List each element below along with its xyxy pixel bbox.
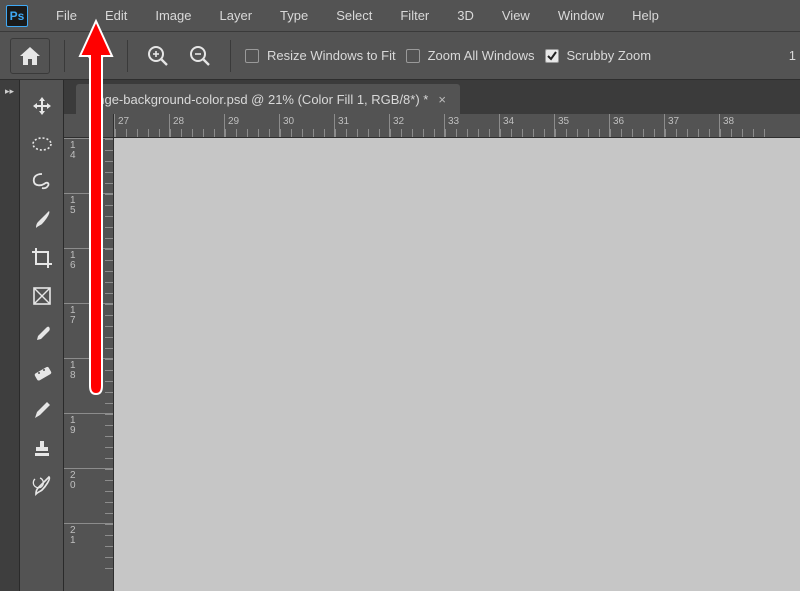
menu-layer[interactable]: Layer (206, 0, 267, 32)
pencil-icon (32, 400, 52, 420)
zoom-in-icon (147, 45, 169, 67)
canvas-area: ange-background-color.psd @ 21% (Color F… (64, 80, 800, 591)
menu-3d[interactable]: 3D (443, 0, 488, 32)
ruler-tick-label: 28 (173, 116, 184, 127)
close-icon[interactable]: × (438, 92, 446, 107)
history-brush-tool[interactable] (24, 468, 60, 504)
menu-help[interactable]: Help (618, 0, 673, 32)
resize-windows-label: Resize Windows to Fit (267, 48, 396, 63)
ruler-tick-label: 17 (70, 306, 80, 326)
zoom-all-label: Zoom All Windows (428, 48, 535, 63)
panel-collapse-strip[interactable]: ▸▸ (0, 80, 20, 591)
menu-window[interactable]: Window (544, 0, 618, 32)
scrubby-zoom-toggle[interactable]: Scrubby Zoom (545, 48, 652, 63)
app-logo[interactable]: Ps (6, 5, 28, 27)
checkbox-icon (406, 49, 420, 63)
frame-icon (32, 286, 52, 306)
menu-file[interactable]: File (42, 0, 91, 32)
ruler-tick-label: 14 (70, 141, 80, 161)
divider (230, 40, 231, 72)
menu-select[interactable]: Select (322, 0, 386, 32)
zoom-all-windows-toggle[interactable]: Zoom All Windows (406, 48, 535, 63)
ruler-tick-label: 29 (228, 116, 239, 127)
move-tool[interactable] (24, 88, 60, 124)
options-bar: ▾ Resize Windows to Fit Zoom All Windows… (0, 32, 800, 80)
lasso-tool[interactable] (24, 164, 60, 200)
document-tab-title: ange-background-color.psd @ 21% (Color F… (90, 92, 428, 107)
lasso-icon (31, 172, 53, 192)
ruler-corner (64, 114, 114, 138)
ruler-tick-label: 27 (118, 116, 129, 127)
menu-filter[interactable]: Filter (386, 0, 443, 32)
slice-tool[interactable] (24, 278, 60, 314)
zoom-percent-value: 1 (789, 48, 800, 63)
ruler-tick-label: 34 (503, 116, 514, 127)
ruler-tick-label: 20 (70, 471, 80, 491)
checkbox-icon (545, 49, 559, 63)
ruler-tick-label: 37 (668, 116, 679, 127)
ruler-tick-label: 21 (70, 526, 80, 546)
ruler-tick-label: 35 (558, 116, 569, 127)
ruler-tick-label: 16 (70, 251, 80, 271)
eyedropper-tool[interactable] (24, 316, 60, 352)
zoom-out-icon (189, 45, 211, 67)
document-tabstrip: ange-background-color.psd @ 21% (Color F… (64, 80, 800, 114)
workspace: ▸▸ ange-background-color.psd @ 21% (Colo… (0, 80, 800, 591)
current-tool-indicator[interactable]: ▾ (79, 41, 113, 71)
ruler-tick-label: 19 (70, 416, 80, 436)
ruler-tick-label: 18 (70, 361, 80, 381)
menu-type[interactable]: Type (266, 0, 322, 32)
zoom-out-button[interactable] (184, 40, 216, 72)
toolbox (20, 80, 64, 591)
canvas[interactable] (114, 138, 800, 591)
ruler-tick-label: 33 (448, 116, 459, 127)
ruler-tool[interactable] (24, 354, 60, 390)
menu-image[interactable]: Image (141, 0, 205, 32)
expand-icon: ▸▸ (5, 86, 14, 591)
chevron-down-icon: ▾ (100, 50, 105, 61)
ruler-tick-label: 32 (393, 116, 404, 127)
resize-windows-toggle[interactable]: Resize Windows to Fit (245, 48, 396, 63)
ruler-tick-label: 36 (613, 116, 624, 127)
crop-tool[interactable] (24, 240, 60, 276)
menu-bar: Ps File Edit Image Layer Type Select Fil… (0, 0, 800, 32)
marquee-ellipse-tool[interactable] (24, 126, 60, 162)
scrubby-label: Scrubby Zoom (567, 48, 652, 63)
ruler-horizontal[interactable]: 27 28 29 30 31 32 33 34 35 36 37 38 (114, 114, 800, 138)
divider (64, 40, 65, 72)
pencil-tool[interactable] (24, 392, 60, 428)
stamp-icon (32, 438, 52, 458)
menu-edit[interactable]: Edit (91, 0, 141, 32)
stamp-tool[interactable] (24, 430, 60, 466)
ruler-vertical[interactable]: 14 15 16 17 18 19 20 21 (64, 138, 114, 591)
eyedropper-icon (32, 324, 52, 344)
ruler-tick-label: 30 (283, 116, 294, 127)
ruler-tick-label: 38 (723, 116, 734, 127)
crop-icon (31, 247, 53, 269)
zoom-in-button[interactable] (142, 40, 174, 72)
move-icon (32, 96, 52, 116)
checkbox-icon (245, 49, 259, 63)
ruler-tick-label: 31 (338, 116, 349, 127)
brush-icon (31, 209, 53, 231)
menu-view[interactable]: View (488, 0, 544, 32)
history-brush-icon (31, 475, 53, 497)
home-button[interactable] (10, 38, 50, 74)
brush-tool[interactable] (24, 202, 60, 238)
healing-icon (32, 362, 52, 382)
home-icon (20, 47, 40, 65)
marquee-ellipse-icon (31, 136, 53, 152)
divider (127, 40, 128, 72)
ruler-tick-label: 15 (70, 196, 80, 216)
document-tab[interactable]: ange-background-color.psd @ 21% (Color F… (76, 84, 460, 114)
